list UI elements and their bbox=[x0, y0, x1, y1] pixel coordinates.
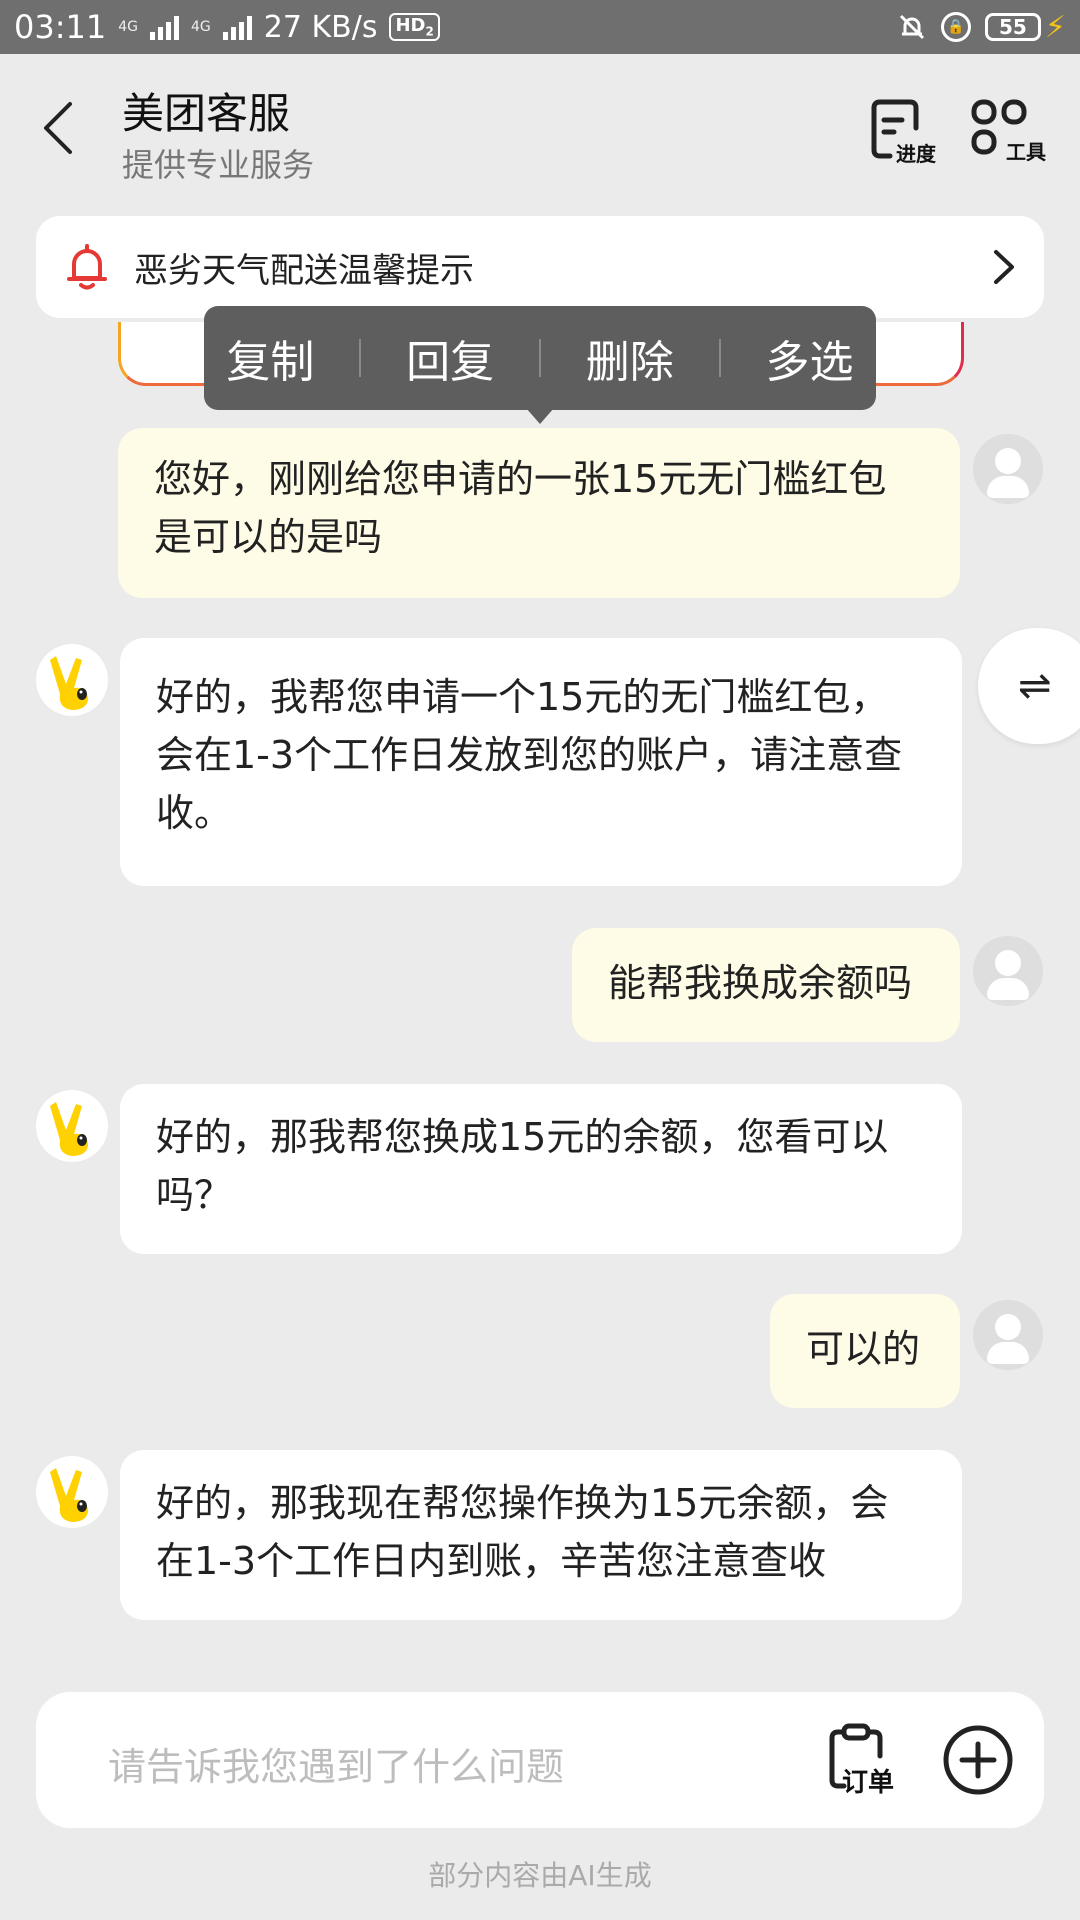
user-avatar[interactable] bbox=[973, 434, 1043, 504]
ai-disclaimer: 部分内容由AI生成 bbox=[428, 1859, 652, 1892]
message-text: 好的，我帮您申请一个15元的无门槛红包，会在1-3个工作日发放到您的账户，请注意… bbox=[156, 675, 903, 835]
network-type-1: 4G bbox=[118, 19, 138, 35]
agent-avatar[interactable] bbox=[36, 1090, 108, 1162]
mute-bell-icon bbox=[899, 14, 924, 40]
message-text: 可以的 bbox=[806, 1327, 921, 1371]
message-text: 好的，那我现在帮您操作换为15元余额，会在1-3个工作日内到账，辛苦您注意查收 bbox=[156, 1481, 889, 1583]
progress-button[interactable]: 进度 bbox=[866, 98, 956, 168]
progress-label: 进度 bbox=[896, 142, 936, 166]
user-avatar[interactable] bbox=[973, 936, 1043, 1006]
user-message-bubble[interactable]: 可以的 bbox=[770, 1294, 960, 1408]
copy-menu-item[interactable]: 复制 bbox=[226, 326, 314, 390]
back-arrow-icon[interactable] bbox=[38, 98, 78, 158]
status-time: 03:11 bbox=[14, 8, 107, 46]
agent-message-bubble[interactable]: 好的，我帮您申请一个15元的无门槛红包，会在1-3个工作日发放到您的账户，请注意… bbox=[120, 638, 962, 886]
user-message-bubble[interactable]: 能帮我换成余额吗 bbox=[572, 928, 960, 1042]
tools-button[interactable]: 工具 bbox=[970, 98, 1060, 168]
swap-arrows-icon: ⇌ bbox=[1018, 663, 1052, 709]
chevron-right-icon bbox=[994, 250, 1014, 284]
plus-circle-icon[interactable] bbox=[942, 1724, 1014, 1796]
agent-avatar[interactable] bbox=[36, 1456, 108, 1528]
agent-avatar[interactable] bbox=[36, 644, 108, 716]
message-input[interactable]: 请告诉我您遇到了什么问题 bbox=[108, 1736, 564, 1791]
order-button[interactable]: 订单 bbox=[824, 1722, 904, 1798]
battery-icon: 55 bbox=[984, 13, 1041, 41]
user-avatar[interactable] bbox=[973, 1300, 1043, 1370]
chat-header: 美团客服 提供专业服务 进度 工具 bbox=[0, 54, 1080, 204]
agent-message-bubble[interactable]: 好的，那我现在帮您操作换为15元余额，会在1-3个工作日内到账，辛苦您注意查收 bbox=[120, 1450, 962, 1620]
agent-message-bubble[interactable]: 好的，那我帮您换成15元的余额，您看可以吗？ bbox=[120, 1084, 962, 1254]
bell-icon bbox=[67, 244, 107, 290]
menu-divider bbox=[359, 339, 362, 377]
message-input-bar: 请告诉我您遇到了什么问题 订单 bbox=[36, 1692, 1044, 1828]
menu-divider bbox=[538, 339, 541, 377]
signal-icon-2 bbox=[222, 14, 252, 40]
status-bar: 03:11 4G 4G 27 KB/s HD2 🔒 55 ⚡ bbox=[0, 0, 1080, 54]
order-label: 订单 bbox=[842, 1768, 895, 1798]
network-type-2: 4G bbox=[190, 19, 211, 35]
mascot-icon bbox=[50, 656, 88, 710]
delete-menu-item[interactable]: 删除 bbox=[586, 326, 674, 390]
menu-divider bbox=[718, 339, 721, 377]
message-context-menu: 复制 回复 删除 多选 bbox=[204, 306, 876, 410]
page-subtitle: 提供专业服务 bbox=[122, 146, 315, 184]
menu-pointer bbox=[526, 408, 554, 424]
notice-text: 恶劣天气配送温馨提示 bbox=[134, 250, 474, 291]
multi-select-menu-item[interactable]: 多选 bbox=[765, 326, 853, 390]
switch-service-button[interactable]: ⇌ bbox=[978, 628, 1080, 744]
user-message-bubble[interactable]: 您好，刚刚给您申请的一张15元无门槛红包是可以的是吗 bbox=[118, 428, 960, 598]
network-speed: 27 KB/s bbox=[263, 9, 378, 45]
mascot-icon bbox=[50, 1468, 88, 1522]
charging-icon: ⚡ bbox=[1044, 9, 1066, 45]
rotation-lock-icon: 🔒 bbox=[940, 12, 971, 42]
tools-label: 工具 bbox=[1006, 140, 1046, 164]
message-text: 能帮我换成余额吗 bbox=[608, 961, 913, 1005]
weather-notice-banner[interactable]: 恶劣天气配送温馨提示 bbox=[36, 216, 1044, 318]
signal-icon bbox=[149, 14, 179, 40]
message-text: 好的，那我帮您换成15元的余额，您看可以吗？ bbox=[156, 1115, 889, 1217]
mascot-icon bbox=[50, 1102, 88, 1156]
page-title: 美团客服 bbox=[122, 89, 291, 138]
hd-icon: HD2 bbox=[389, 13, 440, 41]
message-text: 您好，刚刚给您申请的一张15元无门槛红包是可以的是吗 bbox=[154, 457, 887, 559]
reply-menu-item[interactable]: 回复 bbox=[406, 326, 494, 390]
